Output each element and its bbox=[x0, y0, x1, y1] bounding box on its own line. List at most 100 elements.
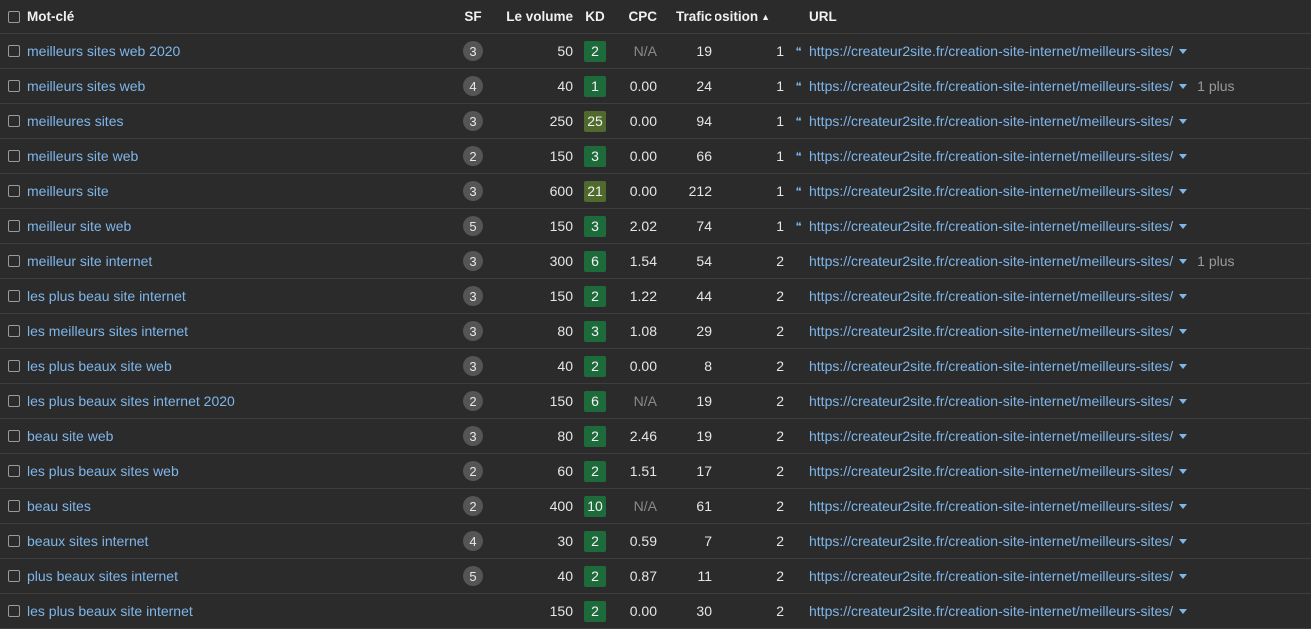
kd-badge: 3 bbox=[584, 145, 606, 167]
url-link[interactable]: https://createur2site.fr/creation-site-i… bbox=[809, 218, 1173, 234]
keyword-link[interactable]: meilleur site internet bbox=[27, 253, 152, 269]
row-checkbox[interactable] bbox=[8, 500, 20, 512]
keyword-link[interactable]: meilleurs site web bbox=[27, 148, 138, 164]
row-checkbox[interactable] bbox=[8, 255, 20, 267]
chevron-down-icon[interactable] bbox=[1179, 503, 1188, 509]
keyword-link[interactable]: meilleur site web bbox=[27, 218, 131, 234]
row-checkbox[interactable] bbox=[8, 150, 20, 162]
row-checkbox[interactable] bbox=[8, 465, 20, 477]
chevron-down-icon[interactable] bbox=[1179, 153, 1188, 159]
serp-features-badge[interactable]: 5 bbox=[463, 566, 483, 586]
keyword-link[interactable]: les plus beaux sites web bbox=[27, 463, 179, 479]
chevron-down-icon[interactable] bbox=[1179, 608, 1188, 614]
keyword-link[interactable]: les meilleurs sites internet bbox=[27, 323, 188, 339]
keyword-link[interactable]: les plus beaux site web bbox=[27, 358, 172, 374]
serp-features-badge[interactable]: 4 bbox=[463, 531, 483, 551]
chevron-down-icon[interactable] bbox=[1179, 293, 1188, 299]
header-kd[interactable]: KD bbox=[577, 0, 613, 34]
serp-features-badge[interactable]: 3 bbox=[463, 286, 483, 306]
sort-ascending-icon[interactable]: ▲ bbox=[761, 12, 770, 22]
row-checkbox[interactable] bbox=[8, 325, 20, 337]
url-link[interactable]: https://createur2site.fr/creation-site-i… bbox=[809, 533, 1173, 549]
row-checkbox[interactable] bbox=[8, 45, 20, 57]
sf-cell: 3 bbox=[456, 244, 490, 279]
keyword-link[interactable]: les plus beaux sites internet 2020 bbox=[27, 393, 235, 409]
keyword-link[interactable]: meilleurs sites web bbox=[27, 78, 145, 94]
chevron-down-icon[interactable] bbox=[1179, 398, 1188, 404]
header-traffic[interactable]: Trafic bbox=[660, 0, 715, 34]
row-checkbox[interactable] bbox=[8, 290, 20, 302]
serp-features-badge[interactable]: 3 bbox=[463, 41, 483, 61]
serp-features-badge[interactable]: 3 bbox=[463, 356, 483, 376]
serp-features-badge[interactable]: 3 bbox=[463, 426, 483, 446]
serp-features-badge[interactable]: 2 bbox=[463, 146, 483, 166]
kd-cell: 1 bbox=[577, 69, 613, 104]
row-checkbox[interactable] bbox=[8, 220, 20, 232]
row-checkbox[interactable] bbox=[8, 430, 20, 442]
url-link[interactable]: https://createur2site.fr/creation-site-i… bbox=[809, 148, 1173, 164]
url-link[interactable]: https://createur2site.fr/creation-site-i… bbox=[809, 358, 1173, 374]
url-link[interactable]: https://createur2site.fr/creation-site-i… bbox=[809, 183, 1173, 199]
keyword-link[interactable]: plus beaux sites internet bbox=[27, 568, 178, 584]
row-checkbox[interactable] bbox=[8, 570, 20, 582]
url-link[interactable]: https://createur2site.fr/creation-site-i… bbox=[809, 568, 1173, 584]
row-checkbox[interactable] bbox=[8, 185, 20, 197]
header-keyword[interactable]: Mot-clé bbox=[26, 0, 456, 34]
row-checkbox[interactable] bbox=[8, 80, 20, 92]
url-link[interactable]: https://createur2site.fr/creation-site-i… bbox=[809, 428, 1173, 444]
url-link[interactable]: https://createur2site.fr/creation-site-i… bbox=[809, 113, 1173, 129]
url-link[interactable]: https://createur2site.fr/creation-site-i… bbox=[809, 323, 1173, 339]
row-checkbox[interactable] bbox=[8, 360, 20, 372]
chevron-down-icon[interactable] bbox=[1179, 538, 1188, 544]
url-link[interactable]: https://createur2site.fr/creation-site-i… bbox=[809, 463, 1173, 479]
chevron-down-icon[interactable] bbox=[1179, 363, 1188, 369]
serp-features-badge[interactable]: 3 bbox=[463, 251, 483, 271]
row-checkbox[interactable] bbox=[8, 535, 20, 547]
more-urls-link[interactable]: 1 plus bbox=[1197, 253, 1234, 269]
url-link[interactable]: https://createur2site.fr/creation-site-i… bbox=[809, 43, 1173, 59]
chevron-down-icon[interactable] bbox=[1179, 118, 1188, 124]
keyword-link[interactable]: meilleurs sites web 2020 bbox=[27, 43, 180, 59]
select-all-checkbox[interactable] bbox=[8, 10, 20, 23]
keyword-link[interactable]: meilleurs site bbox=[27, 183, 109, 199]
row-checkbox[interactable] bbox=[8, 605, 20, 617]
url-link[interactable]: https://createur2site.fr/creation-site-i… bbox=[809, 498, 1173, 514]
serp-features-badge[interactable]: 2 bbox=[463, 461, 483, 481]
keyword-link[interactable]: beau sites bbox=[27, 498, 91, 514]
keyword-link[interactable]: beaux sites internet bbox=[27, 533, 148, 549]
keyword-link[interactable]: les plus beau site internet bbox=[27, 288, 186, 304]
header-cpc[interactable]: CPC bbox=[613, 0, 660, 34]
url-link[interactable]: https://createur2site.fr/creation-site-i… bbox=[809, 603, 1173, 619]
serp-features-badge[interactable]: 3 bbox=[463, 321, 483, 341]
serp-features-badge[interactable]: 5 bbox=[463, 216, 483, 236]
url-link[interactable]: https://createur2site.fr/creation-site-i… bbox=[809, 288, 1173, 304]
row-checkbox[interactable] bbox=[8, 115, 20, 127]
keyword-link[interactable]: beau site web bbox=[27, 428, 113, 444]
chevron-down-icon[interactable] bbox=[1179, 573, 1188, 579]
chevron-down-icon[interactable] bbox=[1179, 223, 1188, 229]
serp-features-badge[interactable]: 4 bbox=[463, 76, 483, 96]
serp-features-badge[interactable]: 3 bbox=[463, 181, 483, 201]
chevron-down-icon[interactable] bbox=[1179, 468, 1188, 474]
url-link[interactable]: https://createur2site.fr/creation-site-i… bbox=[809, 253, 1173, 269]
header-url[interactable]: URL bbox=[788, 0, 1311, 34]
header-sf[interactable]: SF bbox=[456, 0, 490, 34]
chevron-down-icon[interactable] bbox=[1179, 83, 1188, 89]
row-checkbox-cell bbox=[0, 209, 26, 244]
chevron-down-icon[interactable] bbox=[1179, 188, 1188, 194]
serp-features-badge[interactable]: 2 bbox=[463, 496, 483, 516]
url-link[interactable]: https://createur2site.fr/creation-site-i… bbox=[809, 393, 1173, 409]
header-volume[interactable]: Le volume bbox=[490, 0, 577, 34]
header-position[interactable]: Position ▲ bbox=[715, 0, 788, 34]
chevron-down-icon[interactable] bbox=[1179, 328, 1188, 334]
row-checkbox[interactable] bbox=[8, 395, 20, 407]
serp-features-badge[interactable]: 2 bbox=[463, 391, 483, 411]
chevron-down-icon[interactable] bbox=[1179, 258, 1188, 264]
keyword-link[interactable]: meilleures sites bbox=[27, 113, 123, 129]
url-link[interactable]: https://createur2site.fr/creation-site-i… bbox=[809, 78, 1173, 94]
chevron-down-icon[interactable] bbox=[1179, 48, 1188, 54]
chevron-down-icon[interactable] bbox=[1179, 433, 1188, 439]
more-urls-link[interactable]: 1 plus bbox=[1197, 78, 1234, 94]
keyword-link[interactable]: les plus beaux site internet bbox=[27, 603, 193, 619]
serp-features-badge[interactable]: 3 bbox=[463, 111, 483, 131]
